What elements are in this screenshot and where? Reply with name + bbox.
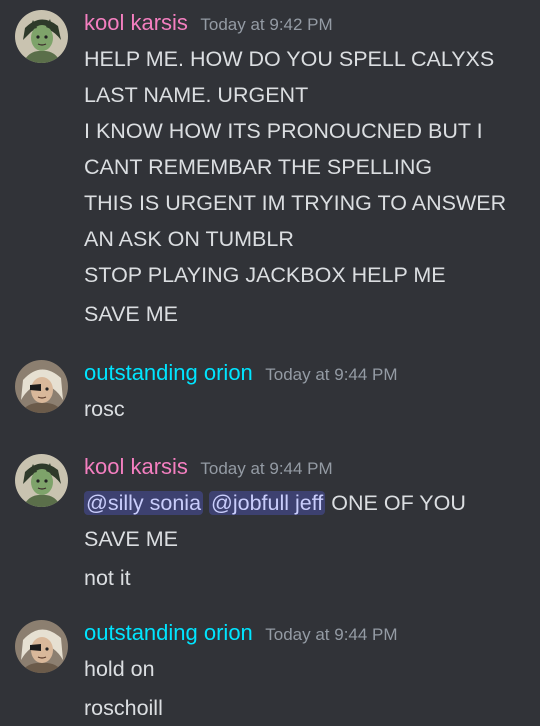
message-line: I KNOW HOW ITS PRONOUCNED BUT I — [84, 119, 483, 143]
username[interactable]: outstanding orion — [84, 620, 253, 645]
karsis-avatar[interactable] — [15, 10, 68, 63]
message-line: not it — [84, 566, 131, 590]
message-line: LAST NAME. URGENT — [84, 83, 309, 107]
orion-avatar[interactable] — [15, 620, 68, 673]
karsis-avatar[interactable] — [15, 454, 68, 507]
message-line: HELP ME. HOW DO YOU SPELL CALYXS — [84, 47, 495, 71]
username[interactable]: kool karsis — [84, 454, 188, 479]
message-line: THIS IS URGENT IM TRYING TO ANSWER — [84, 191, 507, 215]
message-header: kool karsis Today at 9:44 PM — [84, 454, 333, 484]
message-line: hold on — [84, 657, 155, 681]
username[interactable]: kool karsis — [84, 10, 188, 35]
message-line: SAVE ME — [84, 302, 178, 326]
message-line: @silly sonia @jobfull jeff ONE OF YOU — [84, 485, 534, 521]
message-header: outstanding orion Today at 9:44 PM — [84, 620, 398, 650]
message-line: rosc — [84, 397, 125, 421]
message-line: STOP PLAYING JACKBOX HELP ME — [84, 263, 446, 287]
timestamp: Today at 9:42 PM — [200, 15, 333, 34]
username[interactable]: outstanding orion — [84, 360, 253, 385]
message-line: CANT REMEMBAR THE SPELLING — [84, 155, 433, 179]
user-mention[interactable]: @jobfull jeff — [209, 491, 326, 515]
timestamp: Today at 9:44 PM — [200, 459, 333, 478]
message-line: SAVE ME — [84, 527, 178, 551]
message-text: ONE OF YOU — [331, 491, 466, 515]
timestamp: Today at 9:44 PM — [265, 625, 398, 644]
orion-avatar[interactable] — [15, 360, 68, 413]
message-header: outstanding orion Today at 9:44 PM — [84, 360, 398, 390]
user-mention[interactable]: @silly sonia — [84, 491, 204, 515]
message-line: AN ASK ON TUMBLR — [84, 227, 294, 251]
timestamp: Today at 9:44 PM — [265, 365, 398, 384]
message-line: roschoill — [84, 696, 163, 720]
message-header: kool karsis Today at 9:42 PM — [84, 10, 333, 40]
